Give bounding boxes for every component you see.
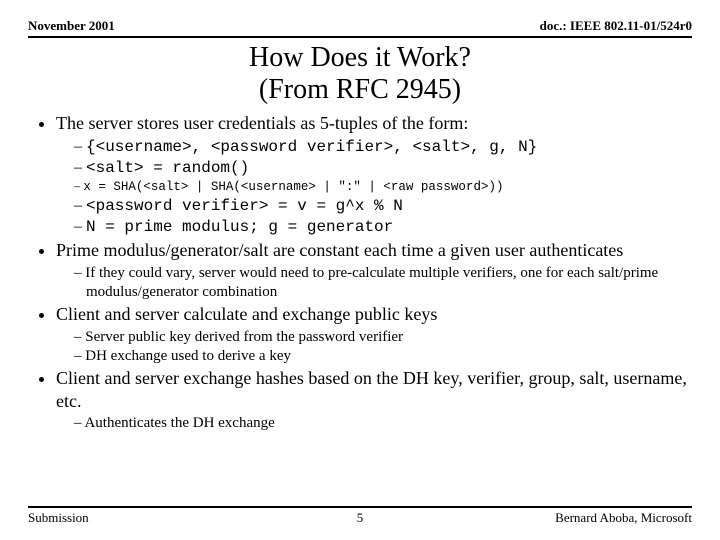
- b3-sub2: DH exchange used to derive a key: [74, 347, 692, 366]
- b1-sub5: N = prime modulus; g = generator: [74, 217, 692, 238]
- bullet-3-sublist: Server public key derived from the passw…: [56, 328, 692, 366]
- bullet-4: Client and server exchange hashes based …: [56, 367, 692, 433]
- footer-row: Submission 5 Bernard Aboba, Microsoft: [28, 510, 692, 526]
- bullet-2-text: Prime modulus/generator/salt are constan…: [56, 240, 623, 260]
- b3-sub1: Server public key derived from the passw…: [74, 328, 692, 347]
- title-line1: How Does it Work?: [249, 42, 471, 73]
- title-line2: (From RFC 2945): [259, 74, 461, 105]
- bullet-2-sublist: If they could vary, server would need to…: [56, 264, 692, 302]
- bullet-1-text: The server stores user credentials as 5-…: [56, 113, 468, 133]
- bullet-1-sublist: {<username>, <password verifier>, <salt>…: [56, 137, 692, 237]
- bullet-2: Prime modulus/generator/salt are constan…: [56, 239, 692, 301]
- b1-sub3: x = SHA(<salt> | SHA(<username> | ":" | …: [74, 178, 692, 195]
- bullet-3-text: Client and server calculate and exchange…: [56, 304, 437, 324]
- bullet-4-sublist: Authenticates the DH exchange: [56, 414, 692, 433]
- bullet-3: Client and server calculate and exchange…: [56, 303, 692, 365]
- slide-title: How Does it Work? (From RFC 2945): [28, 42, 692, 106]
- slide: November 2001 doc.: IEEE 802.11-01/524r0…: [0, 0, 720, 540]
- b2-sub1: If they could vary, server would need to…: [74, 264, 692, 302]
- footer: Submission 5 Bernard Aboba, Microsoft: [28, 504, 692, 526]
- b4-sub1: Authenticates the DH exchange: [74, 414, 692, 433]
- header-rule: [28, 36, 692, 38]
- header-date: November 2001: [28, 18, 115, 34]
- b1-sub1: {<username>, <password verifier>, <salt>…: [74, 137, 692, 158]
- header-docid: doc.: IEEE 802.11-01/524r0: [540, 18, 692, 34]
- b1-sub2: <salt> = random(): [74, 158, 692, 179]
- footer-page: 5: [28, 510, 692, 526]
- footer-rule: [28, 506, 692, 508]
- bullet-list: The server stores user credentials as 5-…: [28, 112, 692, 433]
- bullet-4-text: Client and server exchange hashes based …: [56, 368, 687, 411]
- bullet-1: The server stores user credentials as 5-…: [56, 112, 692, 237]
- b1-sub4: <password verifier> = v = g^x % N: [74, 196, 692, 217]
- header: November 2001 doc.: IEEE 802.11-01/524r0: [28, 18, 692, 34]
- slide-body: The server stores user credentials as 5-…: [28, 112, 692, 433]
